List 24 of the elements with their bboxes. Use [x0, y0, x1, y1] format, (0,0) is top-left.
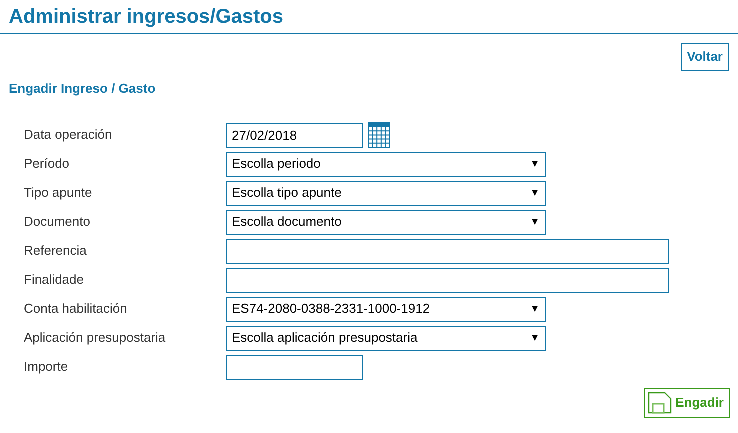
add-button[interactable]: Engadir	[644, 388, 730, 418]
field-label: Período	[23, 156, 70, 172]
dropdown[interactable]: Escolla tipo apunte ▼	[226, 180, 546, 206]
date-field[interactable]: 27/02/2018	[226, 122, 363, 148]
field-label: Documento	[23, 214, 90, 230]
dropdown[interactable]: Escolla periodo ▼	[226, 152, 546, 177]
page-title: Administrar ingresos/Gastos	[9, 5, 285, 30]
back-button[interactable]: Voltar	[681, 43, 729, 71]
dropdown[interactable]: ES74-2080-0388-2331-1000-1912 ▼	[226, 296, 546, 322]
amount-field[interactable]	[226, 354, 363, 380]
field-label: Data operación	[23, 127, 112, 142]
field-label: Referencia	[23, 243, 87, 258]
section-title: Engadir Ingreso / Gasto	[9, 81, 157, 97]
dropdown[interactable]: Escolla documento ▼	[226, 210, 546, 235]
field-label: Tipo apunte	[23, 185, 92, 200]
text-field[interactable]	[226, 268, 669, 293]
field-label: Conta habilitación	[23, 301, 128, 316]
field-label: Finalidade	[23, 272, 84, 288]
field-label: Aplicación presupostaria	[23, 330, 166, 346]
field-label: Importe	[23, 359, 68, 374]
text-field[interactable]	[226, 238, 669, 264]
document-icon	[648, 392, 672, 414]
calendar-icon[interactable]	[368, 122, 390, 148]
dropdown[interactable]: Escolla aplicación presupostaria ▼	[226, 326, 546, 351]
